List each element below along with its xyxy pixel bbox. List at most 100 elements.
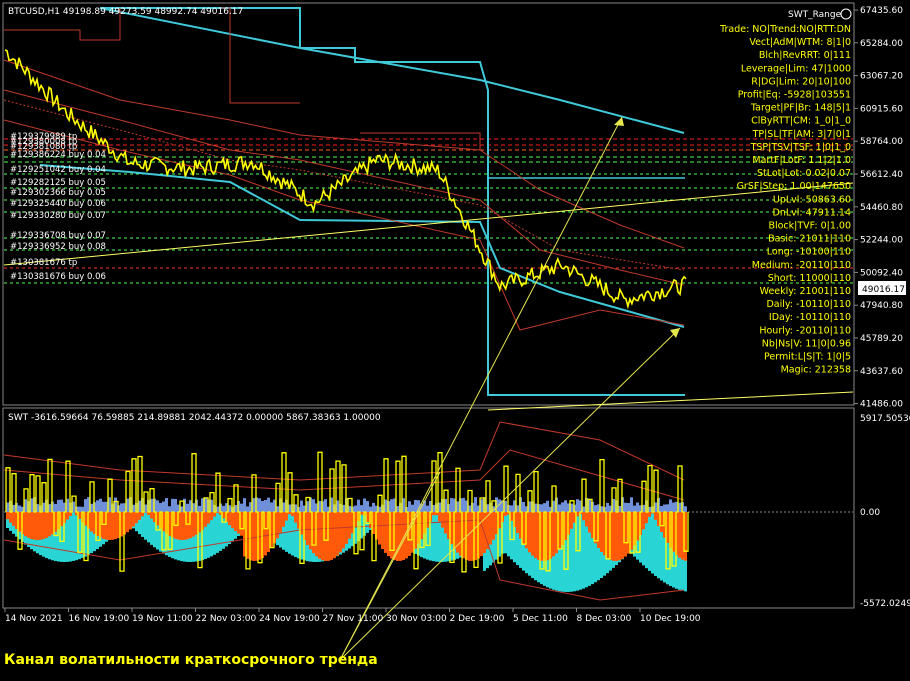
info-line: IDay: -10110|110	[769, 312, 851, 323]
hist-bar	[672, 502, 675, 512]
info-line: Hourly: -20110|110	[759, 325, 851, 336]
hist-bar	[366, 501, 369, 512]
hist-bar	[585, 512, 588, 527]
price-tick-label: 63067.20	[860, 72, 903, 82]
hist-bar	[60, 499, 63, 512]
chart-caption: Канал волатильности краткосрочного тренд…	[4, 652, 378, 668]
hist-bar	[348, 512, 351, 539]
hist-bar	[612, 512, 615, 561]
hist-bar	[660, 505, 663, 512]
hist-bar	[135, 512, 138, 524]
time-tick-label: 24 Nov 19:00	[259, 614, 320, 624]
time-tick-label: 14 Nov 2021	[5, 614, 63, 624]
hist-bar	[669, 499, 672, 512]
hist-bar	[6, 512, 9, 520]
hist-bar	[372, 502, 375, 512]
hist-bar	[606, 502, 609, 512]
hist-bar	[306, 512, 309, 545]
hist-bar	[162, 501, 165, 512]
hist-bar	[426, 505, 429, 512]
hist-bar	[240, 503, 243, 512]
hist-bar	[600, 512, 603, 552]
hist-bar	[57, 499, 60, 512]
hist-bar	[363, 498, 366, 512]
hist-bar	[291, 512, 294, 556]
hist-bar	[99, 498, 102, 512]
hist-bar	[216, 512, 219, 553]
order-label: #129336708 buy 0.07	[10, 231, 106, 241]
hist-bar	[333, 512, 336, 559]
info-line: Daily: -10110|110	[766, 299, 851, 310]
info-line: Block|TVF: 0|1.00	[768, 221, 851, 232]
info-line: TP|SL|TF|AM: 3|7|0|1	[752, 129, 851, 140]
info-line: UpLvl: 50863.60	[773, 194, 851, 205]
hist-bar	[381, 512, 384, 550]
time-tick-label: 8 Dec 03:00	[577, 614, 632, 624]
hist-bar	[489, 512, 492, 545]
info-line: R|DG|Lim: 20|10|100	[751, 76, 851, 87]
order-label: #129386224 buy 0.04	[10, 150, 106, 160]
hist-bar	[132, 512, 135, 527]
main-chart-panel[interactable]	[2, 2, 855, 406]
hist-bar	[450, 498, 453, 512]
hist-bar	[279, 512, 282, 533]
hist-bar	[210, 512, 213, 521]
hist-bar	[300, 500, 303, 512]
hist-bar	[234, 512, 237, 532]
hist-bar	[414, 499, 417, 512]
hist-bar	[102, 501, 105, 512]
hist-bar	[258, 498, 261, 512]
price-tick-label: 52244.00	[860, 236, 903, 246]
hist-bar	[9, 512, 12, 523]
price-tick-label: 45789.20	[860, 334, 903, 344]
time-tick-label: 2 Dec 19:00	[450, 614, 505, 624]
hist-bar	[558, 504, 561, 512]
hist-bar	[24, 512, 27, 537]
hist-bar	[663, 504, 666, 512]
info-line: Basic: 21011|110	[768, 234, 851, 245]
price-tick-label: 65284.00	[860, 39, 903, 49]
hist-bar	[222, 505, 225, 512]
hist-bar	[84, 499, 87, 512]
hist-bar	[684, 506, 687, 512]
hist-bar	[531, 512, 534, 556]
hist-bar	[246, 506, 249, 512]
time-tick-label: 27 Nov 11:00	[323, 614, 384, 624]
hist-bar	[432, 512, 435, 562]
hist-bar	[582, 512, 585, 589]
hist-bar	[48, 512, 51, 537]
hist-bar	[228, 512, 231, 526]
hist-bar	[285, 512, 288, 521]
hist-bar	[534, 512, 537, 559]
hist-bar	[72, 512, 75, 561]
hist-bar	[633, 505, 636, 512]
hist-bar	[648, 512, 651, 517]
hist-bar	[615, 512, 618, 561]
hist-bar	[438, 512, 441, 522]
hist-bar	[186, 503, 189, 512]
hist-bar	[480, 512, 483, 557]
trading-chart[interactable]: BTCUSD,H1 49198.89 49273.59 48992.74 490…	[0, 0, 910, 681]
hist-bar	[588, 512, 591, 533]
hist-bar	[42, 512, 45, 540]
hist-bar	[45, 512, 48, 538]
price-tick-label: 60915.60	[860, 104, 903, 114]
time-axis: 14 Nov 2021 16 Nov 19:00 19 Nov 11:00 22 No…	[4, 608, 701, 624]
hist-bar	[630, 497, 633, 512]
hist-bar	[168, 506, 171, 512]
hist-bar	[39, 512, 42, 540]
hist-bar	[561, 502, 564, 512]
hist-bar	[369, 506, 372, 512]
hist-bar	[528, 512, 531, 553]
hist-bar	[198, 505, 201, 512]
price-tick-label: 47940.80	[860, 301, 903, 311]
price-tick-label: 43637.60	[860, 367, 903, 377]
hist-bar	[18, 505, 21, 512]
hist-bar	[174, 498, 177, 512]
info-line: Magic: 212358	[781, 365, 851, 376]
price-tick-label: 41486.00	[860, 400, 903, 410]
hist-bar	[654, 512, 657, 576]
subwindow-header: SWT -3616.59664 76.59885 214.89881 2042.…	[8, 413, 381, 423]
hist-bar	[129, 512, 132, 530]
order-label: #129282125 buy 0.05	[10, 178, 106, 188]
